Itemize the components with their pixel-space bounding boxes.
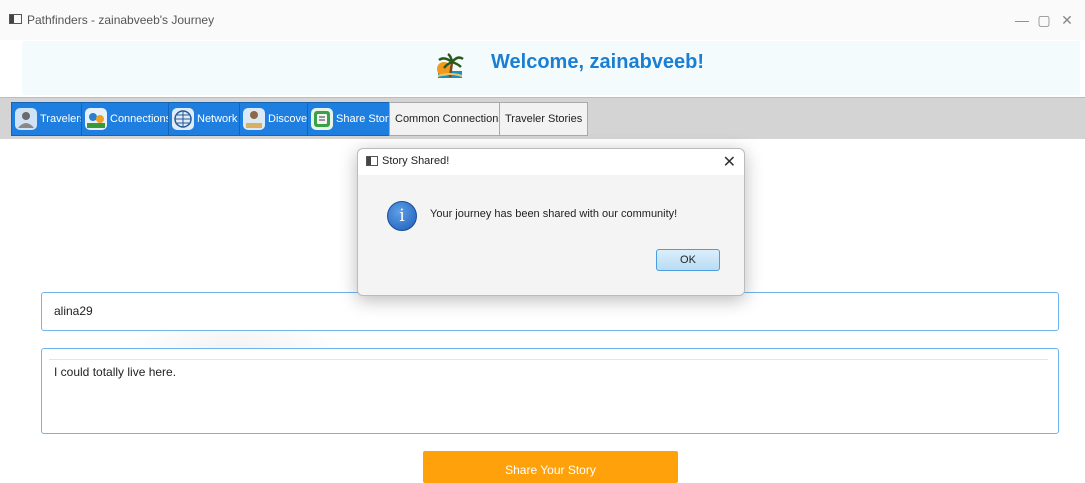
tab-label: Share Story xyxy=(336,113,395,125)
dialog-title-bar: Story Shared! ✕ xyxy=(358,149,744,175)
tab-network[interactable]: Network xyxy=(168,102,244,136)
tab-connections[interactable]: Connections xyxy=(81,102,178,136)
app-icon xyxy=(9,14,22,24)
traveler-icon xyxy=(15,108,37,130)
network-icon xyxy=(172,108,194,130)
minimize-button[interactable]: — xyxy=(1011,9,1033,31)
story-shared-dialog: Story Shared! ✕ i Your journey has been … xyxy=(357,148,745,296)
maximize-button[interactable]: ▢ xyxy=(1033,9,1055,31)
tab-share-story[interactable]: Share Story xyxy=(307,102,401,136)
info-icon: i xyxy=(387,201,417,231)
dialog-app-icon xyxy=(366,156,378,166)
tab-discover[interactable]: Discover xyxy=(239,102,317,136)
welcome-header: Welcome, zainabveeb! xyxy=(22,41,1080,95)
dialog-body: i Your journey has been shared with our … xyxy=(358,175,744,295)
tab-label: Network xyxy=(197,113,238,125)
tab-label: Traveler Stories xyxy=(505,113,583,125)
dialog-title: Story Shared! xyxy=(382,155,450,167)
share-story-icon xyxy=(311,108,333,130)
dialog-close-icon[interactable]: ✕ xyxy=(723,152,736,172)
tab-common-connections[interactable]: Common Connections xyxy=(389,102,510,136)
username-field[interactable]: alina29 xyxy=(41,292,1059,331)
connections-icon xyxy=(85,108,107,130)
welcome-title: Welcome, zainabveeb! xyxy=(491,51,705,73)
tab-travelers[interactable]: Travelers xyxy=(11,102,92,136)
discover-icon xyxy=(243,108,265,130)
close-window-button[interactable]: ✕ xyxy=(1056,9,1078,31)
window-title-bar: Pathfinders - zainabveeb's Journey — ▢ ✕ xyxy=(0,0,1085,40)
palm-tree-icon xyxy=(437,52,464,78)
story-text: I could totally live here. xyxy=(54,365,177,379)
tab-label: Discover xyxy=(268,113,311,125)
story-textarea[interactable]: I could totally live here. xyxy=(41,348,1059,434)
share-story-button[interactable]: Share Your Story xyxy=(423,451,678,483)
dialog-message: Your journey has been shared with our co… xyxy=(430,208,678,220)
tab-label: Common Connections xyxy=(395,113,504,125)
window-title: Pathfinders - zainabveeb's Journey xyxy=(27,13,215,27)
tab-label: Travelers xyxy=(40,113,86,125)
tab-label: Connections xyxy=(110,113,172,125)
ok-button[interactable]: OK xyxy=(656,249,720,271)
tab-traveler-stories[interactable]: Traveler Stories xyxy=(499,102,589,136)
tab-bar: Travelers Connections Network Discover S… xyxy=(0,97,1085,139)
